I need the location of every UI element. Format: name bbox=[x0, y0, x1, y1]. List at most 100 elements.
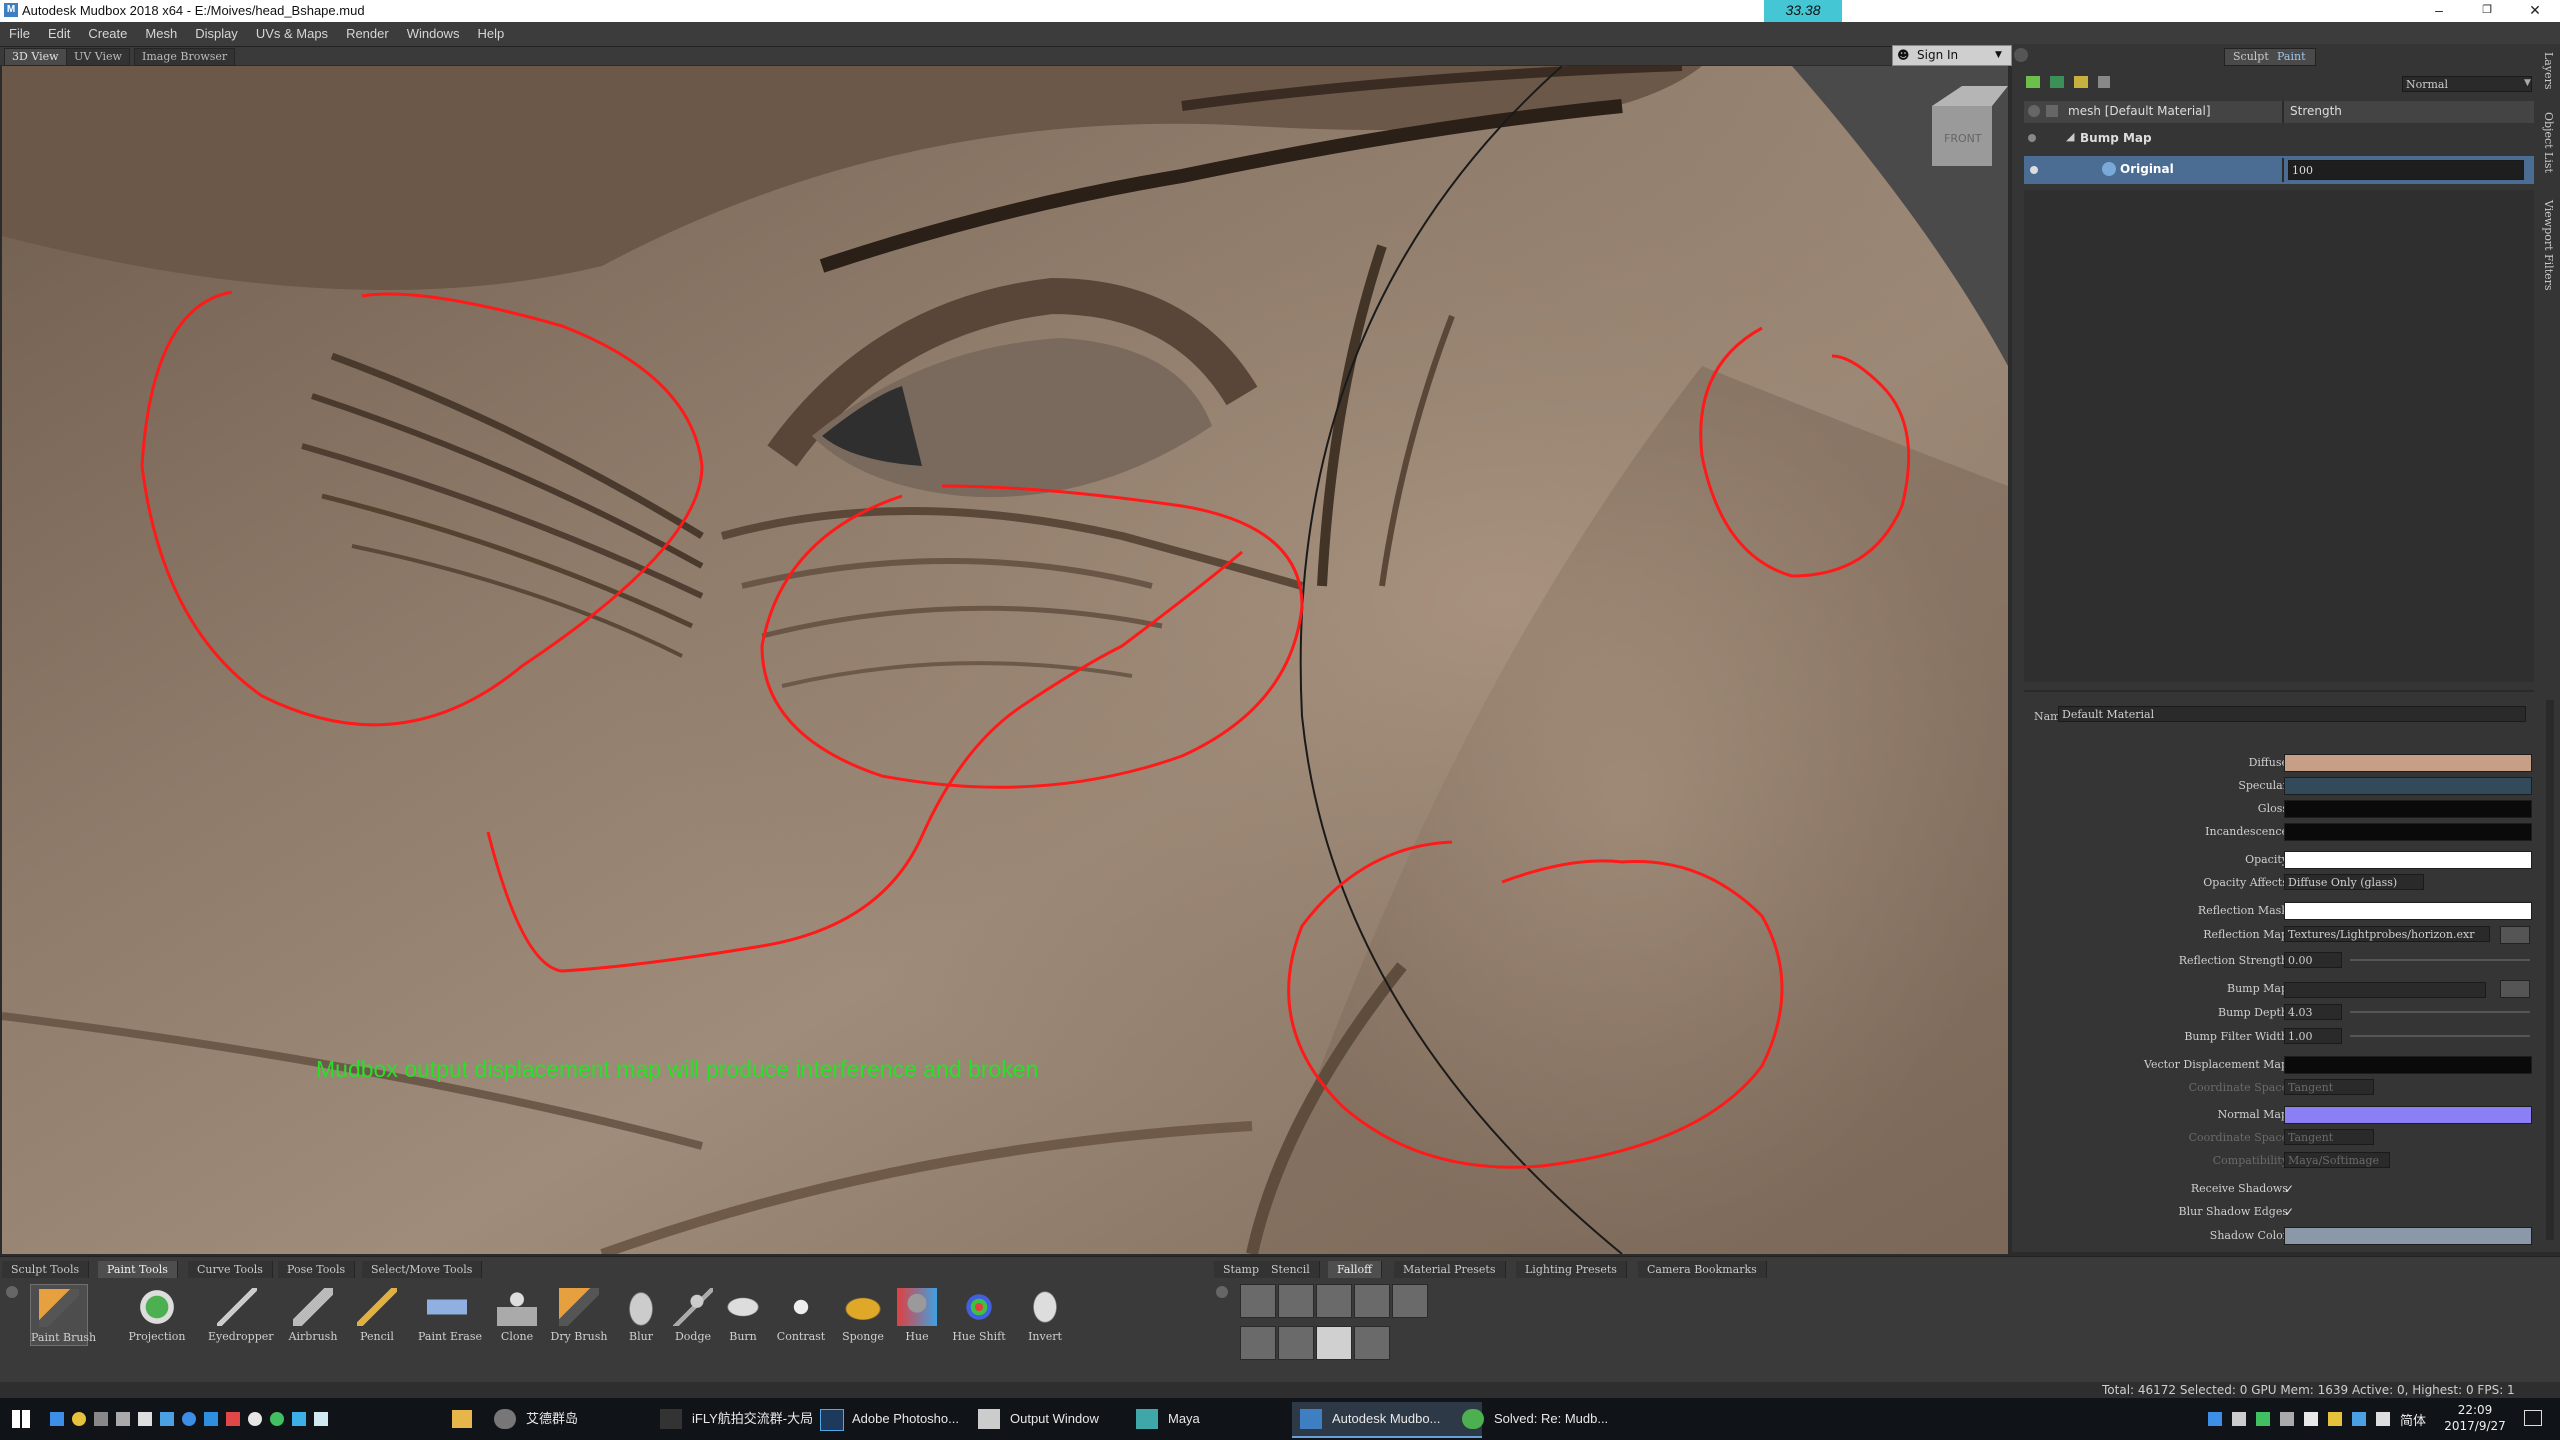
tool-paint-brush[interactable]: Paint Brush bbox=[30, 1284, 96, 1346]
menu-render[interactable]: Render bbox=[337, 22, 398, 46]
opacity-affects-select[interactable]: Diffuse Only (glass) bbox=[2284, 874, 2424, 890]
sign-in-dropdown[interactable]: ☻ Sign In ▼ bbox=[1892, 45, 2012, 66]
menu-edit[interactable]: Edit bbox=[39, 22, 79, 46]
opacity-swatch[interactable] bbox=[2284, 851, 2532, 869]
layer-strength-field[interactable]: 100 bbox=[2288, 160, 2524, 180]
incandescence-swatch[interactable] bbox=[2284, 823, 2532, 841]
side-tab-object-list[interactable]: Object List bbox=[2540, 112, 2556, 173]
taskbar-app-1[interactable]: 艾德群岛 bbox=[486, 1402, 676, 1436]
group-row-bump-map[interactable]: ◢ Bump Map bbox=[2024, 128, 2534, 150]
tool-pencil[interactable]: Pencil bbox=[348, 1284, 406, 1346]
tool-clone[interactable]: Clone bbox=[488, 1284, 546, 1346]
tab-paint[interactable]: Paint bbox=[2277, 50, 2306, 63]
falloff-2[interactable] bbox=[1278, 1284, 1314, 1318]
falloff-5[interactable] bbox=[1392, 1284, 1428, 1318]
menu-uvs-maps[interactable]: UVs & Maps bbox=[247, 22, 337, 46]
menu-windows[interactable]: Windows bbox=[398, 22, 469, 46]
tool-hue[interactable]: Hue bbox=[888, 1284, 946, 1346]
side-tab-layers[interactable]: Layers bbox=[2540, 52, 2556, 90]
app-icon[interactable] bbox=[160, 1412, 174, 1426]
falloff-9[interactable] bbox=[1354, 1326, 1390, 1360]
shadow-color-swatch[interactable] bbox=[2284, 1227, 2532, 1245]
tool-eyedropper[interactable]: Eyedropper bbox=[208, 1284, 274, 1346]
diffuse-swatch[interactable] bbox=[2284, 754, 2532, 772]
bump-map-slot[interactable] bbox=[2284, 982, 2486, 998]
app-icon[interactable] bbox=[292, 1412, 306, 1426]
bump-filter-slider[interactable] bbox=[2350, 1035, 2530, 1037]
tab-select-move-tools[interactable]: Select/Move Tools bbox=[362, 1261, 483, 1278]
bump-filter-width-field[interactable]: 1.00 bbox=[2284, 1028, 2342, 1044]
eye-icon[interactable] bbox=[2028, 105, 2040, 117]
close-button[interactable]: ✕ bbox=[2512, 0, 2558, 22]
eye-icon[interactable] bbox=[2030, 166, 2038, 174]
expand-icon[interactable]: ◢ bbox=[2066, 130, 2074, 143]
minimize-button[interactable]: – bbox=[2416, 0, 2462, 22]
restore-button[interactable]: ❐ bbox=[2464, 0, 2510, 22]
taskbar-chrome[interactable]: Solved: Re: Mudb... bbox=[1454, 1402, 1644, 1436]
tool-projection[interactable]: Projection bbox=[128, 1284, 186, 1346]
falloff-3[interactable] bbox=[1316, 1284, 1352, 1318]
receive-shadows-checkbox[interactable]: ✓ bbox=[2284, 1182, 2294, 1196]
bump-browse-button[interactable] bbox=[2500, 980, 2530, 998]
eye-icon[interactable] bbox=[2028, 134, 2036, 142]
tray-close-icon[interactable] bbox=[6, 1286, 18, 1298]
lock-icon[interactable] bbox=[2046, 105, 2058, 117]
tray-icon[interactable] bbox=[2256, 1412, 2270, 1426]
tab-3d-view[interactable]: 3D View bbox=[4, 48, 67, 66]
app-icon[interactable] bbox=[94, 1412, 108, 1426]
tab-stamp[interactable]: Stamp bbox=[1214, 1261, 1269, 1278]
tool-invert[interactable]: Invert bbox=[1016, 1284, 1074, 1346]
falloff-1[interactable] bbox=[1240, 1284, 1276, 1318]
tool-burn[interactable]: Burn bbox=[714, 1284, 772, 1346]
layer-row-original[interactable]: Original 100 bbox=[2024, 156, 2534, 184]
vector-displacement-slot[interactable] bbox=[2284, 1056, 2532, 1074]
tray-icon[interactable] bbox=[2232, 1412, 2246, 1426]
folder-icon[interactable] bbox=[2074, 76, 2088, 88]
reflection-mask-swatch[interactable] bbox=[2284, 902, 2532, 920]
tab-falloff[interactable]: Falloff bbox=[1328, 1261, 1382, 1278]
side-tab-viewport-filters[interactable]: Viewport Filters bbox=[2540, 200, 2556, 291]
bump-depth-slider[interactable] bbox=[2350, 1011, 2530, 1013]
tray-icon[interactable] bbox=[2280, 1412, 2294, 1426]
3d-viewport[interactable]: FRONT Mudbox output displacement map wil… bbox=[2, 66, 2008, 1254]
app-icon[interactable] bbox=[116, 1412, 130, 1426]
normal-map-slot[interactable] bbox=[2284, 1106, 2532, 1124]
app-icon[interactable] bbox=[138, 1412, 152, 1426]
falloff-6[interactable] bbox=[1240, 1326, 1276, 1360]
duplicate-layer-icon[interactable] bbox=[2050, 76, 2064, 88]
gloss-swatch[interactable] bbox=[2284, 800, 2532, 818]
falloff-close-icon[interactable] bbox=[1216, 1286, 1228, 1298]
material-name-field[interactable]: Default Material bbox=[2058, 706, 2526, 722]
falloff-8[interactable] bbox=[1316, 1326, 1352, 1360]
tab-uv-view[interactable]: UV View bbox=[66, 48, 130, 66]
tool-hue-shift[interactable]: Hue Shift bbox=[950, 1284, 1008, 1346]
app-icon[interactable] bbox=[182, 1412, 196, 1426]
tool-airbrush[interactable]: Airbrush bbox=[284, 1284, 342, 1346]
app-icon[interactable] bbox=[226, 1412, 240, 1426]
menu-mesh[interactable]: Mesh bbox=[136, 22, 186, 46]
tab-sculpt[interactable]: Sculpt bbox=[2233, 50, 2269, 63]
app-icon[interactable] bbox=[314, 1412, 328, 1426]
tab-paint-tools[interactable]: Paint Tools bbox=[98, 1261, 178, 1278]
menu-create[interactable]: Create bbox=[79, 22, 136, 46]
reflection-strength-slider[interactable] bbox=[2350, 959, 2530, 961]
tool-blur[interactable]: Blur bbox=[612, 1284, 670, 1346]
delete-layer-icon[interactable] bbox=[2098, 76, 2110, 88]
app-icon[interactable] bbox=[50, 1412, 64, 1426]
app-icon[interactable] bbox=[270, 1412, 284, 1426]
file-explorer-icon[interactable] bbox=[452, 1410, 472, 1428]
tray-icon[interactable] bbox=[2328, 1412, 2342, 1426]
ime-indicator[interactable]: 简体 bbox=[2400, 1410, 2426, 1429]
bump-depth-field[interactable]: 4.03 bbox=[2284, 1004, 2342, 1020]
properties-scrollbar[interactable] bbox=[2546, 700, 2554, 1240]
tab-material-presets[interactable]: Material Presets bbox=[1394, 1261, 1506, 1278]
tab-sculpt-tools[interactable]: Sculpt Tools bbox=[2, 1261, 90, 1278]
tab-camera-bookmarks[interactable]: Camera Bookmarks bbox=[1638, 1261, 1767, 1278]
tab-image-browser[interactable]: Image Browser bbox=[134, 48, 236, 66]
falloff-7[interactable] bbox=[1278, 1326, 1314, 1360]
tab-lighting-presets[interactable]: Lighting Presets bbox=[1516, 1261, 1627, 1278]
tool-dry-brush[interactable]: Dry Brush bbox=[550, 1284, 608, 1346]
volume-icon[interactable] bbox=[2376, 1412, 2390, 1426]
tab-pose-tools[interactable]: Pose Tools bbox=[278, 1261, 356, 1278]
tab-curve-tools[interactable]: Curve Tools bbox=[188, 1261, 273, 1278]
